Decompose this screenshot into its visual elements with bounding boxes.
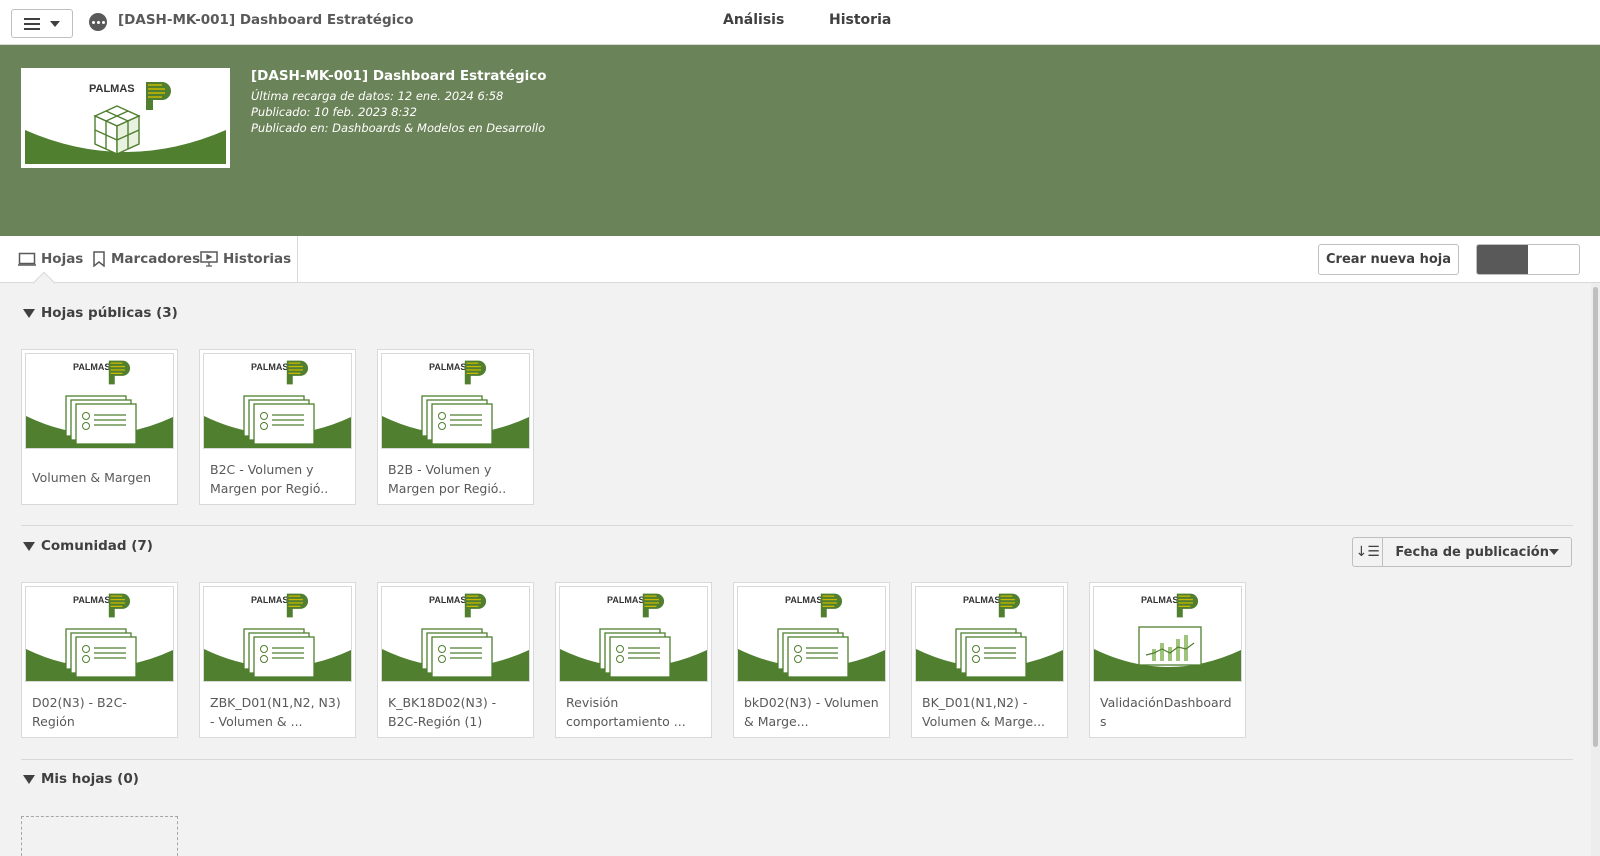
sheet-card-title: B2B - Volumen y Margen por Regió.. <box>388 462 507 496</box>
published-in-text: Publicado en: Dashboards & Modelos en De… <box>251 121 546 135</box>
sort-field-dropdown[interactable]: Fecha de publicación <box>1383 538 1571 566</box>
section-divider <box>21 525 1573 526</box>
my-sheets-header[interactable]: Mis hojas (0) <box>23 771 139 787</box>
section-divider <box>21 759 1573 760</box>
sheet-card-title: BK_D01(N1,N2) - Volumen & Marge... <box>922 695 1046 729</box>
sort-order-icon: ↓☰ <box>1355 544 1380 560</box>
sheet-card-title: bkD02(N3) - Volumen & Marge... <box>744 695 879 729</box>
app-details-title: [DASH-MK-001] Dashboard Estratégico <box>251 68 547 84</box>
svg-text:PALMAS: PALMAS <box>785 595 822 605</box>
bookmark-icon <box>93 251 105 267</box>
app-title: [DASH-MK-001] Dashboard Estratégico <box>118 12 414 28</box>
sheet-card-title: ZBK_D01(N1,N2, N3) - Volumen & ... <box>210 695 341 729</box>
scrollbar-thumb[interactable] <box>1593 287 1598 747</box>
app-thumbnail-image: PALMAS <box>25 72 226 164</box>
sheet-card-title: K_BK18D02(N3) - B2C-Región (1) <box>388 695 497 729</box>
view-toggle <box>1476 244 1580 275</box>
svg-text:PALMAS: PALMAS <box>429 595 466 605</box>
hamburger-icon <box>24 17 40 30</box>
last-reload-text: Última recarga de datos: 12 ene. 2024 6:… <box>251 89 504 103</box>
tab-marcadores[interactable]: Marcadores <box>92 251 200 267</box>
sheet-card[interactable]: PALMAS Volumen & Margen <box>21 349 178 505</box>
new-sheet-placeholder[interactable] <box>21 816 178 856</box>
svg-text:PALMAS: PALMAS <box>73 595 110 605</box>
app-thumbnail: PALMAS <box>21 68 230 168</box>
sheet-icon <box>18 252 36 266</box>
sheet-card-title: ValidaciónDashboards <box>1100 695 1232 729</box>
app-icon <box>89 13 107 31</box>
sheet-card-title: B2C - Volumen y Margen por Regió.. <box>210 462 329 496</box>
app-overview-banner: PALMAS [DASH-MK-001] Dashboard Estratégi… <box>0 45 1600 236</box>
sheet-card[interactable]: PALMAS BK_D01(N1,N2) - Volumen & Marge..… <box>911 582 1068 738</box>
sort-field-label: Fecha de publicación <box>1395 544 1549 560</box>
sheet-card-title: Revisión comportamiento ... <box>566 695 686 729</box>
sheet-card[interactable]: PALMAS bkD02(N3) - Volumen & Marge... <box>733 582 890 738</box>
list-view-button[interactable] <box>1528 245 1579 274</box>
palmas-logo-text: PALMAS <box>89 83 135 95</box>
sheet-thumbnail: PALMAS <box>559 586 708 682</box>
sort-control: ↓☰ Fecha de publicación <box>1352 537 1572 567</box>
svg-text:PALMAS: PALMAS <box>251 595 288 605</box>
sheet-card-title: D02(N3) - B2C-Región <box>32 695 127 729</box>
navigation-menu-button[interactable] <box>11 9 73 38</box>
community-header[interactable]: Comunidad (7) <box>23 538 153 554</box>
sheet-card[interactable]: PALMAS K_BK18D02(N3) - B2C-Región (1) <box>377 582 534 738</box>
collapse-triangle-icon <box>23 541 35 551</box>
sheet-thumbnail: PALMAS <box>25 353 174 449</box>
public-sheets-header[interactable]: Hojas públicas (3) <box>23 305 178 321</box>
dropdown-arrow-icon <box>1549 549 1559 555</box>
sheet-thumbnail: PALMAS <box>203 586 352 682</box>
tab-historias[interactable]: Historias <box>200 251 291 267</box>
sheet-card[interactable]: PALMAS Revisión comportamiento ... <box>555 582 712 738</box>
grid-icon <box>1477 252 1528 268</box>
svg-text:PALMAS: PALMAS <box>73 362 110 372</box>
collapse-triangle-icon <box>23 774 35 784</box>
svg-text:PALMAS: PALMAS <box>429 362 466 372</box>
sheet-card[interactable]: PALMAS B2B - Volumen y Margen por Regió.… <box>377 349 534 505</box>
sort-direction-button[interactable]: ↓☰ <box>1353 538 1384 566</box>
svg-text:PALMAS: PALMAS <box>963 595 1000 605</box>
create-new-sheet-button[interactable]: Crear nueva hoja <box>1318 244 1459 275</box>
sheet-thumbnail: PALMAS <box>915 586 1064 682</box>
sheet-card[interactable]: PALMAS ZBK_D01(N1,N2, N3) - Volumen & ..… <box>199 582 356 738</box>
svg-text:PALMAS: PALMAS <box>251 362 288 372</box>
chevron-down-icon <box>50 20 60 27</box>
presentation-icon <box>200 251 218 267</box>
published-date-text: Publicado: 10 feb. 2023 8:32 <box>251 105 417 119</box>
sheet-thumbnail: PALMAS <box>381 353 530 449</box>
sheet-thumbnail: PALMAS <box>1093 586 1242 682</box>
svg-text:PALMAS: PALMAS <box>1141 595 1178 605</box>
top-bar: [DASH-MK-001] Dashboard Estratégico Anál… <box>0 0 1600 45</box>
tab-hojas[interactable]: Hojas <box>18 251 83 267</box>
sheet-thumbnail: PALMAS <box>381 586 530 682</box>
sheets-toolbar: Hojas Marcadores Historias Crear nueva h… <box>0 236 1600 283</box>
my-sheets-label: Mis hojas (0) <box>41 771 139 787</box>
tab-marcadores-label: Marcadores <box>111 251 201 267</box>
tab-analisis[interactable]: Análisis <box>723 12 784 28</box>
sheet-card[interactable]: PALMAS D02(N3) - B2C-Región <box>21 582 178 738</box>
list-icon <box>1528 253 1579 267</box>
sheet-card[interactable]: PALMAS ValidaciónDashboards <box>1089 582 1246 738</box>
app-details: [DASH-MK-001] Dashboard Estratégico Últi… <box>251 68 547 136</box>
community-label: Comunidad (7) <box>41 538 153 554</box>
tab-historia[interactable]: Historia <box>829 12 891 28</box>
sheet-thumbnail: PALMAS <box>737 586 886 682</box>
grid-view-button[interactable] <box>1477 245 1528 274</box>
sheet-card-title: Volumen & Margen <box>32 470 152 485</box>
sheet-thumbnail: PALMAS <box>25 586 174 682</box>
sheet-thumbnail: PALMAS <box>203 353 352 449</box>
sheet-card[interactable]: PALMAS B2C - Volumen y Margen por Regió.… <box>199 349 356 505</box>
public-sheets-label: Hojas públicas (3) <box>41 305 178 321</box>
tab-historias-label: Historias <box>223 251 292 267</box>
svg-text:PALMAS: PALMAS <box>607 595 644 605</box>
collapse-triangle-icon <box>23 308 35 318</box>
tab-hojas-label: Hojas <box>41 251 84 267</box>
